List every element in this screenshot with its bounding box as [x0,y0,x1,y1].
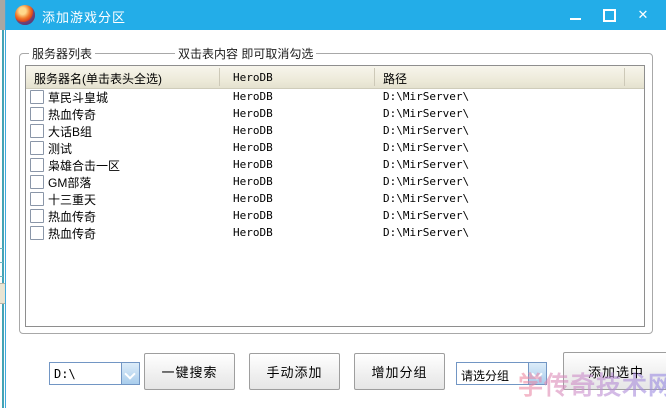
server-name: 热血传奇 [48,106,96,123]
background-tick [0,262,3,263]
drive-select[interactable]: D:\ [49,362,140,385]
table-row[interactable]: 热血传奇 HeroDB D:\MirServer\ [26,224,644,241]
minimize-button[interactable] [558,0,592,30]
dialog-body: 服务器列表 双击表内容 即可取消勾选 服务器名(单击表头全选) HeroDB 路… [6,30,666,408]
server-name: 热血传奇 [48,208,96,225]
row-checkbox[interactable] [30,209,44,223]
server-path: D:\MirServer\ [383,175,469,188]
server-path: D:\MirServer\ [383,141,469,154]
server-path: D:\MirServer\ [383,124,469,137]
column-header-herodb[interactable]: HeroDB [233,71,273,84]
one-key-search-button[interactable]: 一键搜索 [144,353,235,390]
add-group-button[interactable]: 增加分组 [354,353,445,390]
group-select-value: 请选分组 [461,367,509,384]
chevron-down-icon [531,368,542,379]
server-path: D:\MirServer\ [383,90,469,103]
server-db: HeroDB [233,226,273,239]
column-header-server-name[interactable]: 服务器名(单击表头全选) [34,70,162,87]
server-db: HeroDB [233,124,273,137]
table-row[interactable]: 枭雄合击一区 HeroDB D:\MirServer\ [26,156,644,173]
table-rows: 草民斗皇城 HeroDB D:\MirServer\ 热血传奇 HeroDB D… [26,88,644,241]
server-path: D:\MirServer\ [383,107,469,120]
server-db: HeroDB [233,158,273,171]
title-bar[interactable]: 添加游戏分区 ✕ [6,0,666,30]
table-row[interactable]: 大话B组 HeroDB D:\MirServer\ [26,122,644,139]
drive-select-value: D:\ [54,367,76,381]
table-row[interactable]: GM部落 HeroDB D:\MirServer\ [26,173,644,190]
server-name: 测试 [48,140,72,157]
table-row[interactable]: 十三重天 HeroDB D:\MirServer\ [26,190,644,207]
background-tick [0,248,3,249]
row-checkbox[interactable] [30,226,44,240]
row-checkbox[interactable] [30,192,44,206]
server-name: 大话B组 [48,123,92,140]
row-checkbox[interactable] [30,107,44,121]
window-controls: ✕ [558,0,660,30]
window-title: 添加游戏分区 [42,7,126,26]
server-db: HeroDB [233,90,273,103]
row-checkbox[interactable] [30,90,44,104]
server-path: D:\MirServer\ [383,226,469,239]
groupbox-hint: 双击表内容 即可取消勾选 [175,45,316,62]
server-db: HeroDB [233,175,273,188]
add-selected-button[interactable]: 添加选中 [563,352,666,390]
row-checkbox[interactable] [30,158,44,172]
background-tick [0,276,3,277]
server-path: D:\MirServer\ [383,192,469,205]
server-db: HeroDB [233,209,273,222]
server-name: 热血传奇 [48,225,96,242]
server-db: HeroDB [233,107,273,120]
dropdown-button[interactable] [121,363,139,384]
dialog-add-game-partition: 添加游戏分区 ✕ 服务器列表 双击表内容 即可取消勾选 服务器名(单击表头全选)… [5,0,666,408]
row-checkbox[interactable] [30,124,44,138]
server-table: 服务器名(单击表头全选) HeroDB 路径 草民斗皇城 HeroDB D:\M… [25,65,645,327]
maximize-icon [603,9,616,22]
row-checkbox[interactable] [30,175,44,189]
server-db: HeroDB [233,141,273,154]
server-name: 草民斗皇城 [48,89,108,106]
table-row[interactable]: 热血传奇 HeroDB D:\MirServer\ [26,105,644,122]
column-divider [219,68,220,86]
maximize-button[interactable] [592,0,626,30]
server-list-groupbox: 服务器列表 双击表内容 即可取消勾选 服务器名(单击表头全选) HeroDB 路… [19,53,653,334]
manual-add-button[interactable]: 手动添加 [249,353,340,390]
server-name: 枭雄合击一区 [48,157,120,174]
column-header-path[interactable]: 路径 [383,70,407,87]
table-row[interactable]: 热血传奇 HeroDB D:\MirServer\ [26,207,644,224]
table-header[interactable]: 服务器名(单击表头全选) HeroDB 路径 [26,66,644,89]
table-row[interactable]: 测试 HeroDB D:\MirServer\ [26,139,644,156]
server-name: GM部落 [48,174,91,191]
chevron-down-icon [124,368,135,379]
minimize-icon [570,18,581,20]
screen: 添加游戏分区 ✕ 服务器列表 双击表内容 即可取消勾选 服务器名(单击表头全选)… [0,0,666,408]
groupbox-label: 服务器列表 [29,45,95,62]
close-button[interactable]: ✕ [626,0,660,30]
column-divider [624,68,625,86]
background-window-border [2,30,4,408]
server-path: D:\MirServer\ [383,158,469,171]
table-row[interactable]: 草民斗皇城 HeroDB D:\MirServer\ [26,88,644,105]
server-name: 十三重天 [48,191,96,208]
group-select[interactable]: 请选分组 [456,362,547,385]
server-path: D:\MirServer\ [383,209,469,222]
column-divider [374,68,375,86]
server-db: HeroDB [233,192,273,205]
row-checkbox[interactable] [30,141,44,155]
app-logo-icon [15,5,35,25]
dropdown-button[interactable] [528,363,546,384]
